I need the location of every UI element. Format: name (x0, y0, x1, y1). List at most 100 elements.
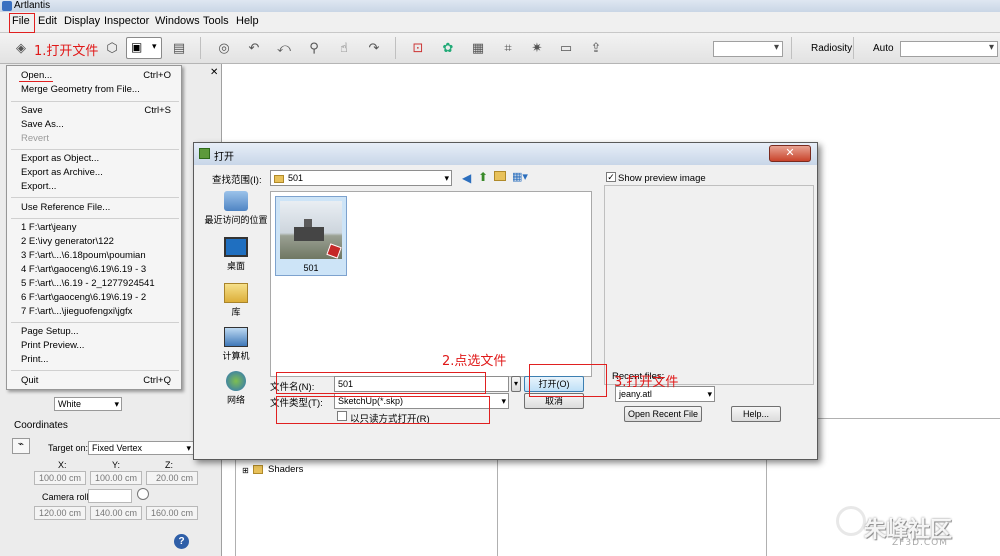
redo-icon[interactable]: ↷ (365, 39, 383, 57)
menu-separator (11, 370, 179, 371)
dialog-close-button[interactable]: ✕ (769, 145, 811, 162)
menu-item-label: Export... (21, 181, 57, 192)
menu-item-export[interactable]: Export... (21, 180, 171, 193)
menu-item-label: Print... (21, 354, 49, 365)
paint-bucket-icon[interactable]: ◈ (12, 39, 30, 57)
camera-dropdown-button[interactable]: ▣ ▾ (126, 37, 162, 59)
menu-item-recent-7[interactable]: 7 F:\art\...\jieguofengxi\jgfx (21, 305, 171, 318)
new-folder-icon[interactable] (494, 171, 506, 181)
network-icon (226, 371, 246, 391)
preview-pane (604, 185, 814, 385)
menu-item-recent-5[interactable]: 5 F:\art\...\6.19 - 2_1277924541 (21, 277, 171, 290)
look-in-value: 501 (288, 173, 304, 183)
menu-item-recent-3[interactable]: 3 F:\art\...\6.18poum\poumian (21, 249, 171, 262)
look-in-combo[interactable]: 501 ▾ (270, 170, 452, 186)
camera-z-field[interactable]: 160.00 cm (146, 506, 198, 520)
menu-tools[interactable]: Tools (203, 15, 229, 27)
place-computer[interactable]: 计算机 (202, 327, 270, 362)
zoom-icon[interactable]: ⚲ (305, 39, 323, 57)
open-button-highlight-box (529, 364, 607, 397)
x-label: X: (58, 460, 67, 470)
orbit-icon[interactable]: ◎ (215, 39, 233, 57)
tree-item-shaders[interactable]: Shaders (268, 464, 303, 475)
rotation-dial-icon[interactable] (137, 488, 149, 500)
tree-expand-icon[interactable]: ⊞ (242, 466, 249, 475)
export-icon[interactable]: ⇪ (587, 39, 605, 57)
menu-item-print-preview[interactable]: Print Preview... (21, 339, 171, 352)
image-icon[interactable]: ▭ (557, 39, 575, 57)
view-menu-icon[interactable]: ▦▾ (512, 170, 528, 183)
look-in-label: 查找范围(I): (212, 175, 262, 186)
menu-item-label: 7 F:\art\...\jieguofengxi\jgfx (21, 306, 133, 317)
back-icon[interactable]: ◀ (462, 171, 471, 185)
frame-icon[interactable]: ⊡ (409, 39, 427, 57)
gear-icon[interactable]: ✷ (528, 39, 546, 57)
menu-item-page-setup[interactable]: Page Setup... (21, 325, 171, 338)
place-recent[interactable]: 最近访问的位置 (202, 191, 270, 226)
menu-item-label: 6 F:\art\gaoceng\6.19\6.19 - 2 (21, 292, 147, 303)
document-icon[interactable]: ▤ (170, 39, 188, 57)
menu-item-recent-4[interactable]: 4 F:\art\gaoceng\6.19\6.19 - 3 (21, 263, 171, 276)
x-field[interactable]: 100.00 cm (34, 471, 86, 485)
menu-windows[interactable]: Windows (155, 15, 200, 27)
help-button[interactable]: Help... (731, 406, 781, 422)
menu-item-print[interactable]: Print... (21, 353, 171, 366)
library-icon (224, 283, 248, 303)
filename-dropdown-arrow[interactable]: ▾ (511, 376, 521, 392)
place-library[interactable]: 库 (202, 283, 270, 318)
color-palette-icon[interactable]: ✿ (439, 39, 457, 57)
object-icon[interactable]: ⬡ (103, 39, 121, 57)
menu-item-label: 5 F:\art\...\6.19 - 2_1277924541 (21, 278, 155, 289)
menu-item-recent-1[interactable]: 1 F:\art\jeany (21, 221, 171, 234)
z-field[interactable]: 20.00 cm (146, 471, 198, 485)
camera-y-field[interactable]: 140.00 cm (90, 506, 142, 520)
y-label: Y: (112, 460, 121, 470)
crop-icon[interactable]: ⌗ (499, 39, 517, 57)
menu-item-label: Export as Archive... (21, 167, 103, 178)
menu-item-export-archive[interactable]: Export as Archive... (21, 166, 171, 179)
menu-separator (11, 197, 179, 198)
up-folder-icon[interactable]: ⬆ (478, 170, 488, 184)
menu-item-save-as[interactable]: Save As... (21, 118, 171, 131)
show-preview-checkbox[interactable]: ✓ (606, 172, 616, 182)
place-network[interactable]: 网络 (202, 371, 270, 406)
camera-x-field[interactable]: 120.00 cm (34, 506, 86, 520)
toolbar-separator (791, 37, 792, 59)
place-label: 网络 (226, 395, 245, 405)
place-desktop[interactable]: 桌面 (202, 237, 270, 272)
close-icon[interactable]: ✕ (210, 67, 218, 78)
menu-item-recent-6[interactable]: 6 F:\art\gaoceng\6.19\6.19 - 2 (21, 291, 171, 304)
menu-item-merge-geometry[interactable]: Merge Geometry from File... (21, 83, 171, 96)
open-recent-file-button[interactable]: Open Recent File (624, 406, 702, 422)
menu-item-quit[interactable]: Quit Ctrl+Q (21, 374, 171, 387)
toolbar-combo-2[interactable] (900, 41, 998, 57)
target-on-select[interactable]: Fixed Vertex (88, 441, 194, 455)
recent-places-icon (224, 191, 248, 211)
menu-inspector[interactable]: Inspector (104, 15, 149, 27)
menu-edit[interactable]: Edit (38, 15, 57, 27)
menu-item-revert: Revert (21, 132, 171, 145)
file-list-area[interactable]: 501 (270, 191, 592, 377)
menu-help[interactable]: Help (236, 15, 259, 27)
place-label: 计算机 (222, 351, 250, 361)
app-title-bar: Artlantis (0, 0, 1000, 12)
help-icon[interactable]: ? (174, 534, 189, 549)
dialog-title-bar[interactable]: 打开 (194, 143, 817, 165)
filename-highlight-box (276, 372, 486, 394)
undo-icon[interactable]: ↶ (245, 39, 263, 57)
y-field[interactable]: 100.00 cm (90, 471, 142, 485)
menu-item-export-object[interactable]: Export as Object... (21, 152, 171, 165)
pan-icon[interactable]: ⤺ (275, 39, 293, 57)
menu-item-recent-2[interactable]: 2 E:\ivy generator\122 (21, 235, 171, 248)
white-select[interactable]: White (54, 397, 122, 411)
hand-icon[interactable]: ☝ (335, 39, 353, 57)
render-icon[interactable]: ▦ (469, 39, 487, 57)
menu-display[interactable]: Display (64, 15, 100, 27)
camera-roll-field[interactable] (88, 489, 132, 503)
chevron-down-icon: ▾ (444, 173, 449, 183)
menu-item-save[interactable]: Save Ctrl+S (21, 104, 171, 117)
menu-item-use-reference[interactable]: Use Reference File... (21, 201, 171, 214)
file-item-501[interactable]: 501 (275, 196, 347, 276)
link-icon[interactable]: ⌁ (12, 438, 30, 454)
toolbar-combo-1[interactable] (713, 41, 783, 57)
